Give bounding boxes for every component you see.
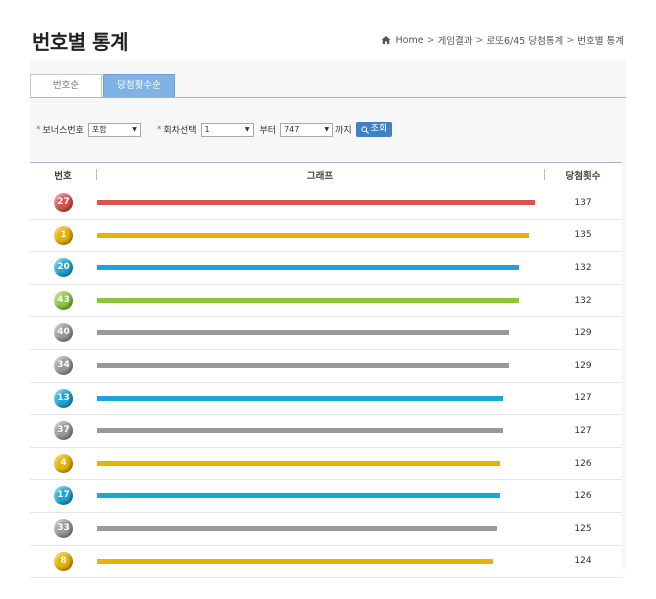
number-ball: 40 (54, 323, 73, 343)
win-count: 124 (574, 556, 592, 567)
table-row: 33 125 (30, 512, 622, 546)
win-count: 127 (574, 393, 592, 404)
table-row: 1 135 (30, 219, 622, 253)
bonus-select[interactable]: 포함 ▼ (87, 122, 141, 137)
header-count: 당첨횟수 (565, 171, 601, 182)
home-icon (381, 36, 391, 44)
number-ball: 37 (54, 421, 73, 441)
count-bar (97, 558, 493, 564)
win-count: 126 (574, 458, 592, 469)
search-button[interactable]: 조회 (355, 122, 393, 137)
count-bar (97, 395, 503, 401)
bar-area (96, 252, 544, 284)
header-graph: 그래프 (306, 171, 334, 182)
count-bar (97, 493, 500, 499)
bar-area (96, 220, 544, 252)
bar-area (96, 546, 544, 578)
round-from-value: 1 (204, 125, 210, 134)
bonus-select-value: 포함 (91, 125, 107, 134)
page-title: 번호별 통계 (32, 30, 128, 54)
bar-area (96, 285, 544, 317)
bonus-label: 보너스번호 (42, 126, 84, 136)
bar-area (96, 383, 544, 415)
bar-area (96, 415, 544, 447)
number-ball: 43 (54, 290, 73, 310)
table-row: 8 124 (30, 545, 622, 579)
breadcrumb-game-results[interactable]: 게임결과 (438, 33, 473, 47)
breadcrumb-separator: > (426, 34, 435, 46)
filter-bar: * 보너스번호 포함 ▼ * 회차선택 1 ▼ 부터 747 ▼ 까지 조회 (36, 122, 393, 137)
tab-by-number[interactable]: 번호순 (30, 74, 102, 98)
count-bar (97, 428, 503, 434)
count-bar (97, 460, 500, 466)
count-bar (97, 362, 509, 368)
number-ball: 20 (54, 258, 73, 278)
number-ball: 1 (54, 225, 73, 245)
number-ball: 33 (54, 518, 73, 538)
breadcrumb-separator: > (475, 34, 484, 46)
round-to-value: 747 (284, 125, 300, 134)
to-label: 까지 (335, 126, 352, 136)
table-row: 34 129 (30, 349, 622, 383)
dropdown-arrow-icon: ▼ (244, 126, 250, 133)
round-label: 회차선택 (163, 126, 197, 136)
win-count: 126 (574, 491, 592, 502)
win-count: 135 (574, 230, 592, 241)
count-bar (97, 330, 509, 336)
table-row: 17 126 (30, 480, 622, 513)
from-label: 부터 (259, 126, 277, 136)
bar-area (96, 448, 544, 480)
win-count: 132 (574, 262, 592, 273)
win-count: 137 (574, 197, 592, 208)
search-button-label: 조회 (370, 124, 388, 134)
win-count: 129 (574, 360, 592, 371)
table-row: 20 132 (30, 252, 622, 285)
number-ball: 17 (54, 486, 73, 506)
number-ball: 4 (54, 453, 73, 473)
win-count: 132 (574, 295, 592, 306)
breadcrumb-lotto-stats[interactable]: 로또6/45 당첨통계 (487, 33, 564, 47)
number-ball: 8 (54, 551, 73, 571)
round-to-select[interactable]: 747 ▼ (280, 122, 334, 137)
dropdown-arrow-icon: ▼ (132, 126, 137, 133)
number-ball: 27 (54, 193, 73, 212)
table-row: 13 127 (30, 382, 622, 416)
count-bar (97, 200, 535, 205)
search-icon (361, 125, 369, 134)
bar-area (96, 513, 544, 545)
count-bar (97, 265, 519, 271)
number-ball: 13 (54, 388, 73, 408)
table-row: 40 129 (30, 317, 622, 350)
breadcrumb: Home > 게임결과 > 로또6/45 당첨통계 > 번호별 통계 (381, 33, 624, 47)
table-row: 43 132 (30, 284, 622, 318)
bar-area (96, 187, 544, 219)
stats-table-body: 27 137 1 135 20 132 43 132 40 129 34 129 13 127 37 127 4… (30, 187, 622, 579)
count-bar (97, 525, 497, 531)
breadcrumb-separator: > (566, 34, 575, 46)
table-header: 번호 그래프 당첨횟수 (30, 162, 622, 188)
round-from-select[interactable]: 1 ▼ (200, 122, 254, 137)
breadcrumb-home[interactable]: Home (396, 35, 424, 46)
table-row: 27 137 (30, 187, 622, 220)
number-ball: 34 (54, 355, 73, 375)
bar-area (96, 480, 544, 512)
tab-divider (30, 97, 626, 98)
tab-by-win-count[interactable]: 당첨횟수순 (103, 74, 175, 98)
win-count: 125 (574, 523, 592, 534)
count-bar (97, 232, 529, 238)
lotto-stats-page: 번호별 통계 Home > 게임결과 > 로또6/45 당첨통계 > 번호별 통… (0, 0, 656, 599)
win-count: 129 (574, 328, 592, 339)
table-row: 4 126 (30, 447, 622, 481)
breadcrumb-current: 번호별 통계 (577, 36, 624, 47)
win-count: 127 (574, 425, 592, 436)
header-number: 번호 (54, 171, 72, 182)
count-bar (97, 297, 519, 303)
bar-area (96, 350, 544, 382)
dropdown-arrow-icon: ▼ (324, 126, 330, 133)
sort-tabs: 번호순 당첨횟수순 (30, 74, 176, 98)
required-star-icon: * (36, 124, 41, 135)
bar-area (96, 317, 544, 349)
table-row: 37 127 (30, 415, 622, 448)
required-star-icon: * (156, 124, 162, 135)
